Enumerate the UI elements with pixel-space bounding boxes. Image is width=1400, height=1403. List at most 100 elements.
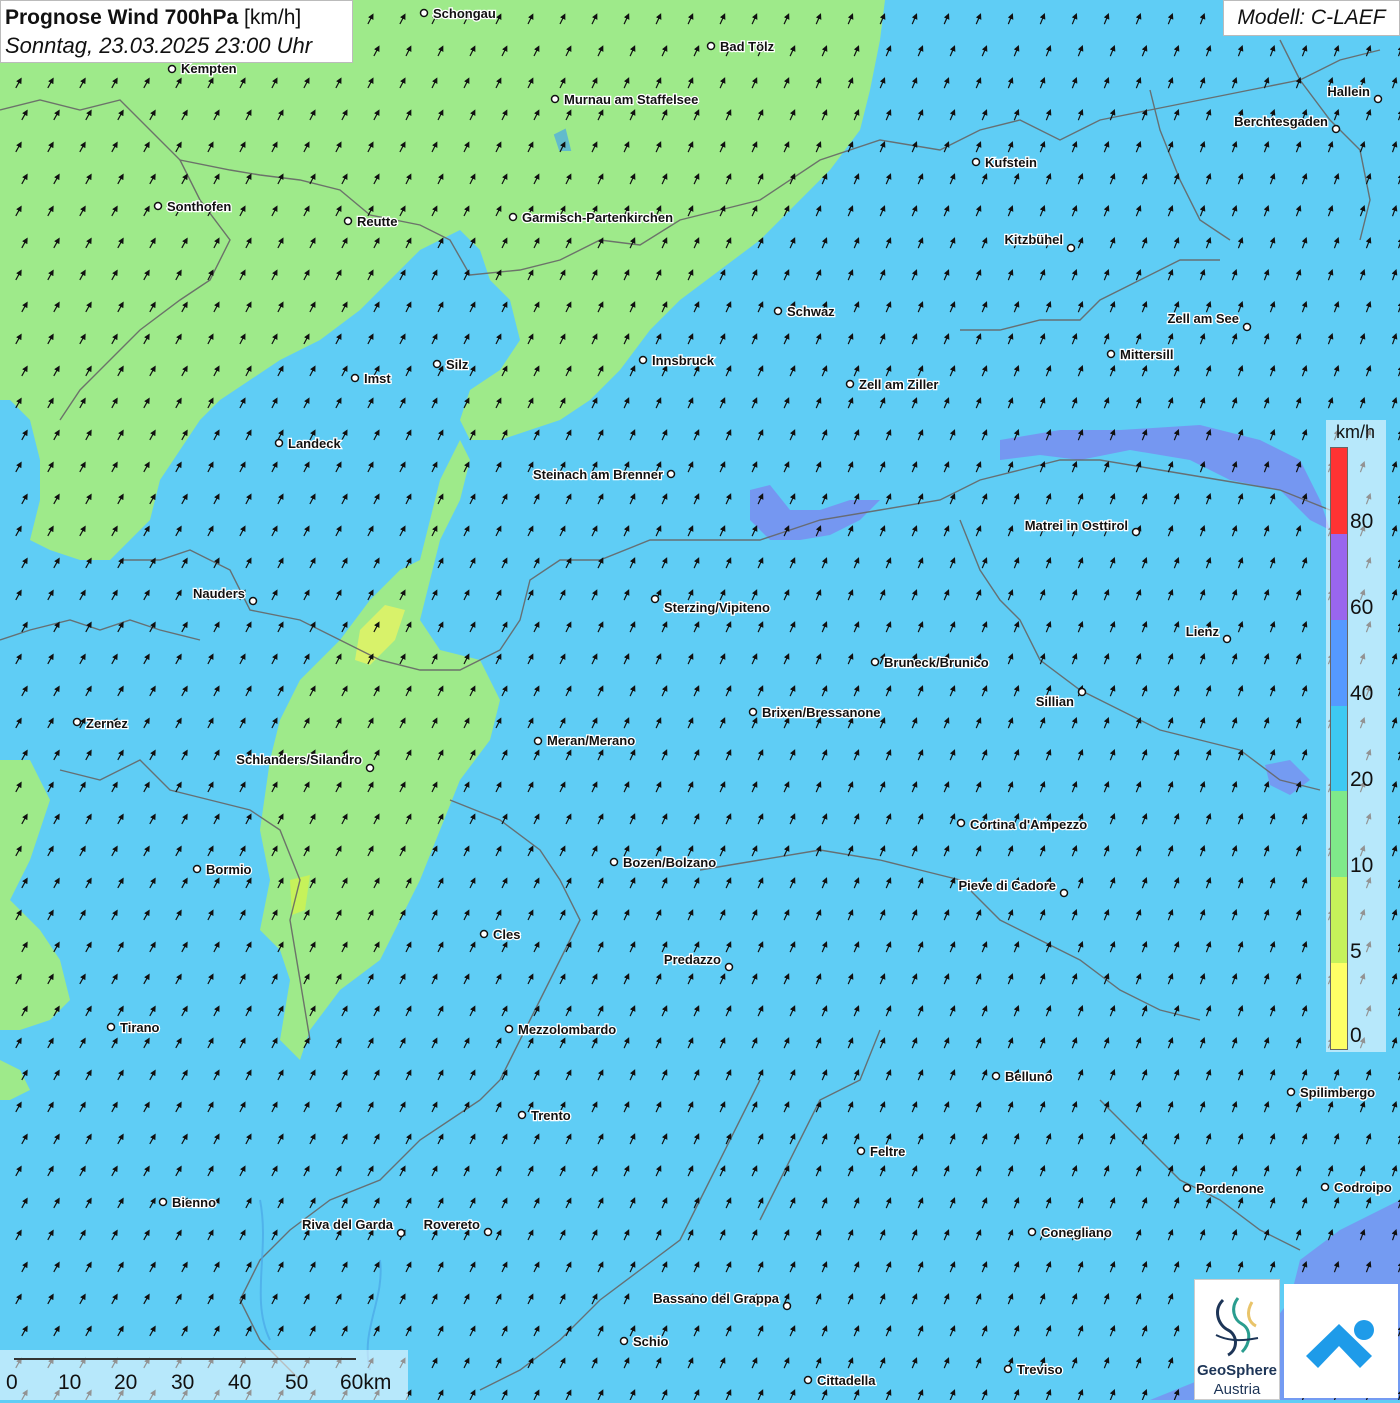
city-dot (367, 765, 374, 772)
city-dot (1068, 245, 1075, 252)
legend-segment (1331, 448, 1347, 534)
geosphere-logo[interactable]: GeoSphere Austria (1194, 1279, 1280, 1400)
city-label: Mezzolombardo (518, 1022, 616, 1037)
city-dot (74, 719, 81, 726)
city-dot (784, 1303, 791, 1310)
city-dot (506, 1026, 513, 1033)
legend-segment (1331, 620, 1347, 706)
city-dot (434, 361, 441, 368)
legend-color-bar (1330, 447, 1348, 1050)
city-label: Bad Tölz (720, 39, 775, 54)
city-marker[interactable]: Bozen/Bolzano (611, 855, 717, 870)
map-title-unit: [km/h] (244, 6, 301, 29)
city-dot (1079, 689, 1086, 696)
legend-label: 80 (1350, 510, 1373, 534)
city-dot (1333, 126, 1340, 133)
city-dot (1244, 324, 1251, 331)
geosphere-logo-line1: GeoSphere (1195, 1362, 1279, 1379)
city-dot (858, 1148, 865, 1155)
cloud-app-logo[interactable] (1284, 1284, 1398, 1398)
city-dot (345, 218, 352, 225)
city-dot (726, 964, 733, 971)
city-label: Sterzing/Vipiteno (664, 600, 770, 615)
city-label: Schio (633, 1334, 668, 1349)
scale-label: 50 (285, 1371, 308, 1395)
city-label: Reutte (357, 214, 397, 229)
city-dot (510, 214, 517, 221)
legend-unit: km/h (1336, 422, 1375, 443)
legend-label: 40 (1350, 682, 1373, 706)
city-label: Berchtesgaden (1234, 114, 1328, 129)
city-dot (108, 1024, 115, 1031)
city-label: Hallein (1327, 84, 1370, 99)
city-label: Zell am Ziller (859, 377, 938, 392)
city-marker[interactable]: Conegliano (1029, 1225, 1112, 1240)
city-marker[interactable]: Matrei in Osttirol (1025, 518, 1140, 536)
city-marker[interactable]: Bruneck/Brunico (872, 655, 989, 670)
city-label: Imst (364, 371, 391, 386)
legend-label: 10 (1350, 854, 1373, 878)
city-label: Cles (493, 927, 520, 942)
map-title: Prognose Wind 700hPa [km/h] (5, 4, 348, 32)
city-marker[interactable]: Spilimbergo (1288, 1085, 1376, 1100)
legend-segment (1331, 877, 1347, 963)
city-dot (1288, 1089, 1295, 1096)
city-dot (552, 96, 559, 103)
city-dot (250, 598, 257, 605)
city-dot (1108, 351, 1115, 358)
city-dot (160, 1199, 167, 1206)
city-label: Nauders (193, 586, 245, 601)
city-marker[interactable]: Sonthofen (155, 199, 232, 214)
scale-label: 0 (6, 1371, 18, 1395)
city-label: Cittadella (817, 1373, 876, 1388)
city-dot (194, 866, 201, 873)
city-marker[interactable]: Meran/Merano (535, 733, 636, 748)
city-dot (535, 738, 542, 745)
city-label: Kufstein (985, 155, 1037, 170)
city-label: Brixen/Bressanone (762, 705, 881, 720)
city-label: Spilimbergo (1300, 1085, 1375, 1100)
city-marker[interactable]: Garmisch-Partenkirchen (510, 210, 674, 225)
legend-label: 5 (1350, 940, 1362, 964)
city-label: Feltre (870, 1144, 905, 1159)
scale-label: 20 (114, 1371, 137, 1395)
city-label: Bozen/Bolzano (623, 855, 716, 870)
city-dot (872, 659, 879, 666)
legend-label: 0 (1350, 1024, 1362, 1048)
city-label: Bienno (172, 1195, 216, 1210)
city-marker[interactable]: Cortina d'Ampezzo (958, 817, 1088, 832)
city-dot (1133, 529, 1140, 536)
city-label: Treviso (1017, 1362, 1063, 1377)
city-dot (640, 357, 647, 364)
city-dot (1375, 96, 1382, 103)
city-marker[interactable]: Pordenone (1184, 1181, 1264, 1196)
city-dot (775, 308, 782, 315)
city-marker[interactable]: Murnau am Staffelsee (552, 92, 699, 107)
city-marker[interactable]: Mezzolombardo (506, 1022, 617, 1037)
city-label: Schwaz (787, 304, 835, 319)
city-dot (958, 820, 965, 827)
city-dot (621, 1338, 628, 1345)
city-dot (611, 859, 618, 866)
city-label: Riva del Garda (302, 1217, 394, 1232)
city-dot (652, 596, 659, 603)
cloud-app-icon (1284, 1284, 1398, 1398)
legend-label: 60 (1350, 596, 1373, 620)
city-label: Rovereto (424, 1217, 480, 1232)
city-label: Sillian (1036, 694, 1074, 709)
city-label: Silz (446, 357, 469, 372)
city-marker[interactable]: Zell am Ziller (847, 377, 939, 392)
city-label: Lienz (1186, 624, 1220, 639)
scale-label: 40 (228, 1371, 251, 1395)
legend-segment (1331, 963, 1347, 1049)
city-marker[interactable]: Steinach am Brenner (533, 467, 675, 482)
legend-segment (1331, 706, 1347, 792)
city-label: Kempten (181, 61, 237, 76)
city-label: Garmisch-Partenkirchen (522, 210, 673, 225)
city-dot (708, 43, 715, 50)
city-label: Conegliano (1041, 1225, 1112, 1240)
city-marker[interactable]: Brixen/Bressanone (750, 705, 881, 720)
city-label: Predazzo (664, 952, 721, 967)
city-dot (1184, 1185, 1191, 1192)
city-label: Belluno (1005, 1069, 1053, 1084)
